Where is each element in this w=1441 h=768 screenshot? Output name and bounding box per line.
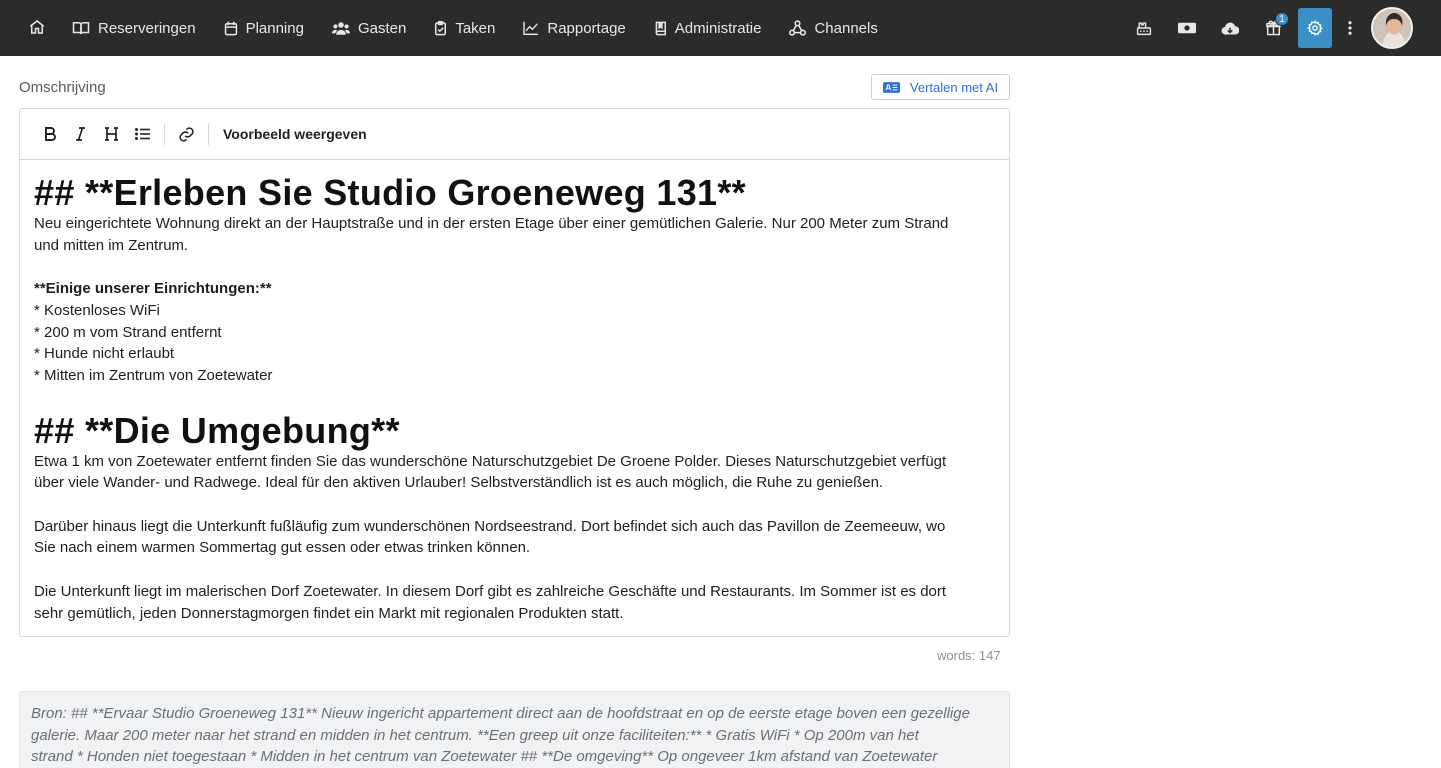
- nav-item-channels[interactable]: Channels: [789, 0, 878, 56]
- link-icon[interactable]: [171, 119, 202, 150]
- nav-item-label: Administratie: [674, 19, 762, 37]
- paragraph-line: sehr gemütlich, jeden Donnerstagmorgen f…: [34, 604, 624, 622]
- nav-item-label: Taken: [455, 19, 496, 37]
- toolbar-divider: [164, 123, 165, 145]
- clipboard-check-icon: [435, 20, 447, 35]
- editor-content[interactable]: ## **Erleben Sie Studio Groeneweg 131** …: [20, 160, 1009, 624]
- gear-icon[interactable]: [1298, 8, 1332, 48]
- list-item: * Hunde nicht erlaubt: [34, 345, 175, 363]
- source-text-line: galerie. Maar 200 meter naar het strand …: [31, 726, 919, 744]
- list-item: * 200 m vom Strand entfernt: [34, 323, 222, 341]
- source-text-line: Bron: ## **Ervaar Studio Groeneweg 131**…: [31, 705, 970, 722]
- list-item: * Mitten im Zentrum von Zoetewater: [34, 366, 273, 384]
- description-label: Omschrijving: [19, 79, 106, 96]
- paragraph-line: Etwa 1 km von Zoetewater entfernt finden…: [34, 452, 947, 470]
- list-item: * Kostenloses WiFi: [34, 301, 160, 319]
- paragraph-line: Sie nach einem warmen Sommertag gut esse…: [34, 539, 531, 557]
- nav-item-reserveringen[interactable]: Reserveringen: [72, 0, 196, 56]
- list-icon[interactable]: [127, 119, 158, 150]
- notification-badge: 1: [1275, 12, 1289, 26]
- word-count: words: 147: [937, 648, 1001, 663]
- translate-ai-button[interactable]: Vertalen met AI: [871, 74, 1010, 100]
- toolbar-divider: [208, 123, 209, 145]
- line-chart-icon: [523, 21, 539, 35]
- nav-item-taken[interactable]: Taken: [434, 0, 495, 56]
- main-menu: Reserveringen Planning Gasten Taken Rapp…: [72, 0, 906, 56]
- paragraph-line: über viele Wander- und Radwege. Ideal fü…: [34, 474, 884, 492]
- intro-text-line: und mitten im Zentrum.: [34, 236, 189, 254]
- italic-icon[interactable]: [65, 119, 96, 150]
- top-navigation: Reserveringen Planning Gasten Taken Rapp…: [0, 0, 1441, 56]
- source-text-box: Bron: ## **Ervaar Studio Groeneweg 131**…: [19, 691, 1010, 768]
- cash-register-icon[interactable]: [1126, 8, 1162, 48]
- nav-item-label: Reserveringen: [98, 19, 196, 37]
- editor-toolbar: Voorbeeld weergeven: [20, 109, 1009, 160]
- nav-item-label: Rapportage: [547, 19, 626, 37]
- avatar[interactable]: [1371, 7, 1413, 49]
- preview-toggle-button[interactable]: Voorbeeld weergeven: [223, 126, 367, 142]
- facilities-title: **Einige unserer Einrichtungen:**: [34, 280, 272, 298]
- paragraph-line: Darüber hinaus liegt die Unterkunft fußl…: [34, 517, 946, 535]
- translate-ai-label: Vertalen met AI: [909, 79, 999, 95]
- source-text-line: strand * Honden niet toegestaan * Midden…: [31, 748, 938, 766]
- more-vertical-icon[interactable]: [1339, 8, 1361, 48]
- home-icon[interactable]: [24, 14, 50, 40]
- nav-item-administratie[interactable]: Administratie: [654, 0, 762, 56]
- users-icon: [331, 21, 350, 35]
- heading-icon[interactable]: [96, 119, 127, 150]
- nav-item-label: Channels: [814, 19, 878, 37]
- book-open-icon: [72, 22, 90, 35]
- bold-icon[interactable]: [34, 119, 65, 150]
- book-icon: [655, 21, 666, 35]
- nav-item-label: Planning: [245, 19, 304, 37]
- nav-toolbar-right: 1: [1126, 0, 1441, 56]
- markdown-editor: Voorbeeld weergeven ## **Erleben Sie Stu…: [19, 108, 1010, 637]
- cloud-download-icon[interactable]: [1212, 8, 1248, 48]
- nav-item-label: Gasten: [357, 19, 407, 37]
- nav-item-planning[interactable]: Planning: [224, 0, 304, 56]
- network-icon: [789, 20, 807, 36]
- translate-icon: [882, 81, 900, 93]
- calendar-icon: [224, 21, 237, 35]
- money-icon[interactable]: [1169, 8, 1205, 48]
- markdown-heading: ## **Die Umgebung**: [34, 409, 400, 451]
- nav-item-rapportage[interactable]: Rapportage: [523, 0, 626, 56]
- markdown-heading: ## **Erleben Sie Studio Groeneweg 131**: [34, 172, 746, 213]
- intro-text-line: Neu eingerichtete Wohnung direkt an der …: [34, 215, 949, 232]
- gift-icon[interactable]: 1: [1255, 8, 1291, 48]
- paragraph-line: Die Unterkunft liegt im malerischen Dorf…: [34, 582, 947, 600]
- nav-item-gasten[interactable]: Gasten: [331, 0, 407, 56]
